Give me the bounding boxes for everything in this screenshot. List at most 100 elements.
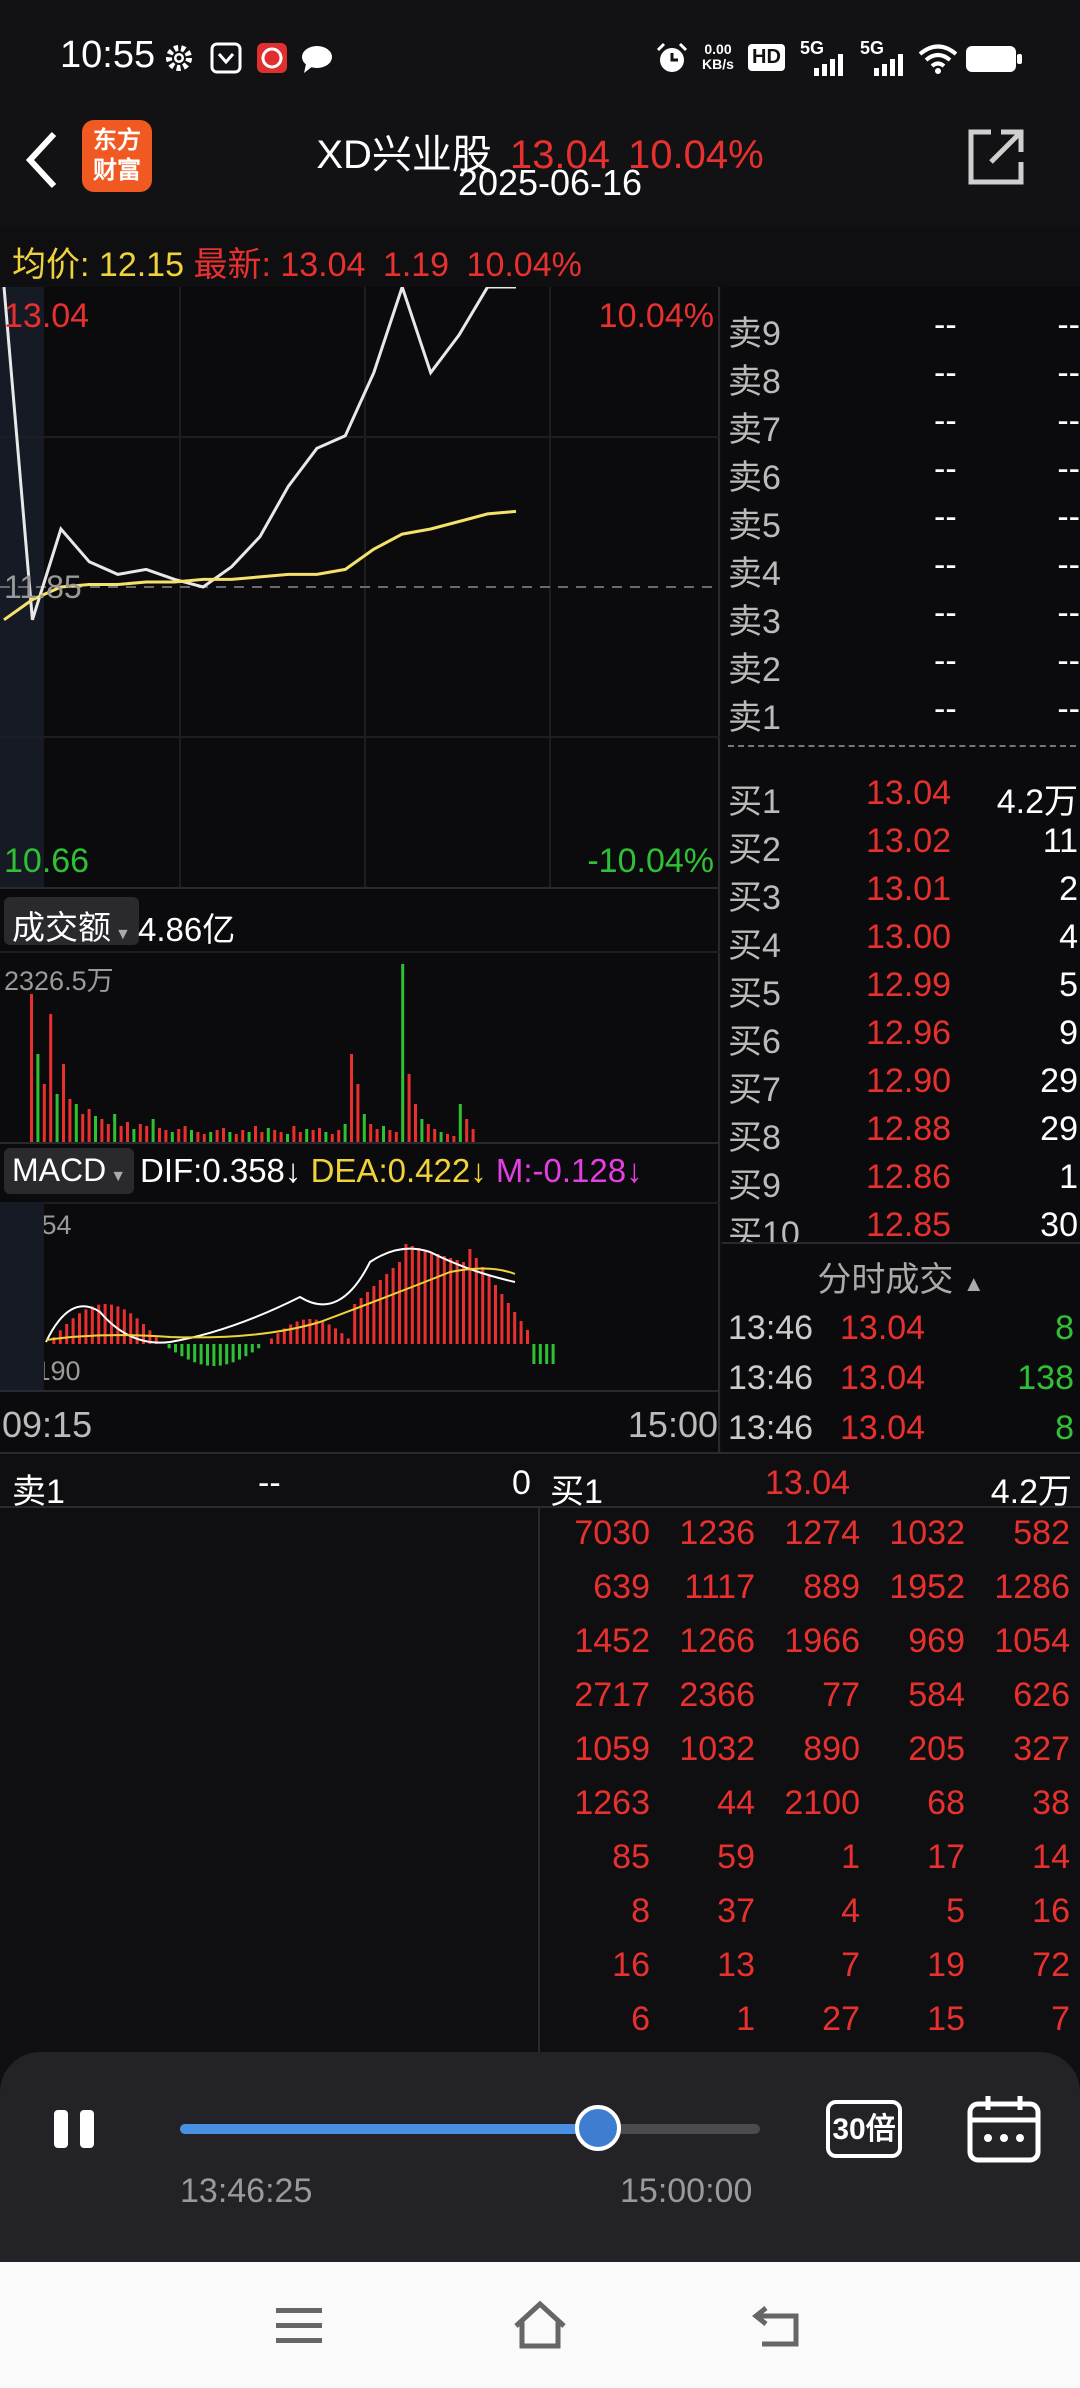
home-icon[interactable] — [510, 2298, 570, 2352]
queue-order: 1274 — [784, 1514, 860, 1552]
queue-order: 1032 — [679, 1730, 755, 1768]
bid-label: 买6 — [728, 1023, 781, 1061]
signal-icon-1 — [814, 54, 843, 76]
queue-order: 7 — [841, 1946, 860, 1984]
bid-row[interactable]: 买9 12.86 1 — [728, 1154, 1080, 1205]
replay-slider-knob[interactable] — [574, 2105, 621, 2151]
share-icon[interactable] — [965, 126, 1027, 188]
ask-row[interactable]: 卖2 -- -- — [728, 638, 1080, 689]
queue-order: 327 — [1013, 1730, 1070, 1768]
macd-bar — [455, 1260, 459, 1344]
ask-row[interactable]: 卖3 -- -- — [728, 590, 1080, 641]
bid-row[interactable]: 买7 12.90 29 — [728, 1058, 1080, 1109]
bid-volume: 9 — [1059, 1014, 1078, 1052]
queue-order: 17 — [927, 1838, 965, 1876]
bid-label: 买4 — [728, 927, 781, 965]
tape-volume: 8 — [1055, 1309, 1074, 1347]
queue-row: 2717 2366 77 584 626 — [540, 1670, 1080, 1724]
macd-dif: DIF:0.358 — [140, 1152, 285, 1189]
ask-row[interactable]: 卖5 -- -- — [728, 494, 1080, 545]
alarm-icon — [656, 42, 688, 72]
battery-icon — [966, 46, 1022, 72]
queue-row: 7030 1236 1274 1032 582 — [540, 1508, 1080, 1562]
calendar-icon[interactable] — [966, 2094, 1042, 2164]
queue-order: 77 — [822, 1676, 860, 1714]
bid-price: 12.88 — [866, 1110, 952, 1148]
ask-row[interactable]: 卖8 -- -- — [728, 350, 1080, 401]
pause-icon[interactable] — [52, 2106, 98, 2152]
macd-bar — [276, 1333, 280, 1344]
queue-order: 5 — [946, 1892, 965, 1930]
price-high-label: 13.04 — [4, 297, 90, 335]
replay-slider[interactable] — [180, 2105, 760, 2151]
macd-selector[interactable]: MACD ▼ — [4, 1148, 135, 1194]
macd-bar — [167, 1344, 171, 1349]
ask-price: -- — [934, 498, 957, 536]
bid-volume: 4 — [1059, 918, 1078, 956]
macd-panel: MACD▼ DIF:0.358↓ DEA:0.422↓ M:-0.128↓ 0.… — [0, 1142, 720, 1392]
ask-row[interactable]: 卖7 -- -- — [728, 398, 1080, 449]
bid-row[interactable]: 买4 13.00 4 — [728, 914, 1080, 965]
macd-bar — [526, 1330, 529, 1344]
bid-row[interactable]: 买5 12.99 5 — [728, 962, 1080, 1013]
queue-order: 1263 — [574, 1784, 650, 1822]
back-nav-icon[interactable] — [752, 2302, 806, 2350]
bid-label: 买7 — [728, 1071, 781, 1109]
queue-order: 890 — [803, 1730, 860, 1768]
volume-bar — [94, 1116, 97, 1144]
queue-order: 1032 — [889, 1514, 965, 1552]
macd-bar — [372, 1286, 376, 1344]
tape-time: 13:46 — [728, 1309, 814, 1347]
macd-bar — [430, 1252, 433, 1344]
queue-order: 1236 — [679, 1514, 755, 1552]
macd-bar — [410, 1246, 414, 1344]
bid-row[interactable]: 买3 13.01 2 — [728, 866, 1080, 917]
queue-header: 卖1 -- 0 买1 13.04 4.2万 — [0, 1452, 1080, 1511]
status-time: 10:55 — [60, 34, 156, 76]
ask-volume: -- — [1057, 642, 1080, 680]
volume-bar — [138, 1124, 142, 1144]
bid-row[interactable]: 买1 13.04 4.2万 — [728, 770, 1080, 821]
ask-row[interactable]: 卖6 -- -- — [728, 446, 1080, 497]
volume-bar — [401, 964, 405, 1144]
tape-header[interactable]: 分时成交 ▲ — [722, 1252, 1080, 1301]
queue-order: 1059 — [574, 1730, 650, 1768]
bid-row[interactable]: 买8 12.88 29 — [728, 1106, 1080, 1157]
queue-order: 8 — [631, 1892, 650, 1930]
ask-row[interactable]: 卖4 -- -- — [728, 542, 1080, 593]
volume-total: 4.86亿 — [138, 911, 236, 948]
replay-panel: 13:46:25 15:00:00 30倍 — [0, 2052, 1080, 2262]
ask-price: -- — [934, 306, 957, 344]
queue-order: 1452 — [574, 1622, 650, 1660]
volume-bar — [87, 1109, 91, 1144]
volume-bar — [49, 1014, 53, 1144]
volume-panel: 成交额 ▼ 4.86亿 2326.5万 — [0, 887, 720, 1144]
menu-icon[interactable] — [274, 2304, 324, 2348]
ask-row[interactable]: 卖1 -- -- — [728, 686, 1080, 737]
bid-row[interactable]: 买2 13.02 11 — [728, 818, 1080, 869]
volume-bar — [81, 1114, 85, 1144]
ask-volume: -- — [1057, 498, 1080, 536]
queue-row: 85 59 1 17 14 — [540, 1832, 1080, 1886]
bid-label: 买1 — [728, 783, 781, 821]
bid-row[interactable]: 买6 12.96 9 — [728, 1010, 1080, 1061]
volume-bar — [42, 1084, 46, 1144]
macd-bar — [270, 1338, 273, 1344]
bid-label: 买8 — [728, 1119, 781, 1157]
ask-label: 卖1 — [728, 699, 781, 737]
speed-button[interactable]: 30倍 — [826, 2100, 902, 2158]
bid-volume: 1 — [1059, 1158, 1078, 1196]
tape-label: 分时成交 — [817, 1261, 954, 1299]
ask-label: 卖6 — [728, 459, 781, 497]
queue-buy-label: 买1 — [550, 1473, 603, 1511]
macd-bar — [513, 1312, 517, 1344]
volume-selector[interactable]: 成交额 ▼ — [4, 897, 139, 946]
macd-bar — [545, 1344, 549, 1364]
macd-bar — [218, 1344, 222, 1366]
price-chart[interactable]: 13.04 10.04% 11.85 10.66 -10.04% — [0, 287, 720, 887]
ask-row[interactable]: 卖9 -- -- — [728, 302, 1080, 353]
macd-bar — [385, 1274, 389, 1344]
queue-order: 37 — [717, 1892, 755, 1930]
bid-price: 12.86 — [866, 1158, 952, 1196]
volume-bar — [465, 1119, 469, 1144]
